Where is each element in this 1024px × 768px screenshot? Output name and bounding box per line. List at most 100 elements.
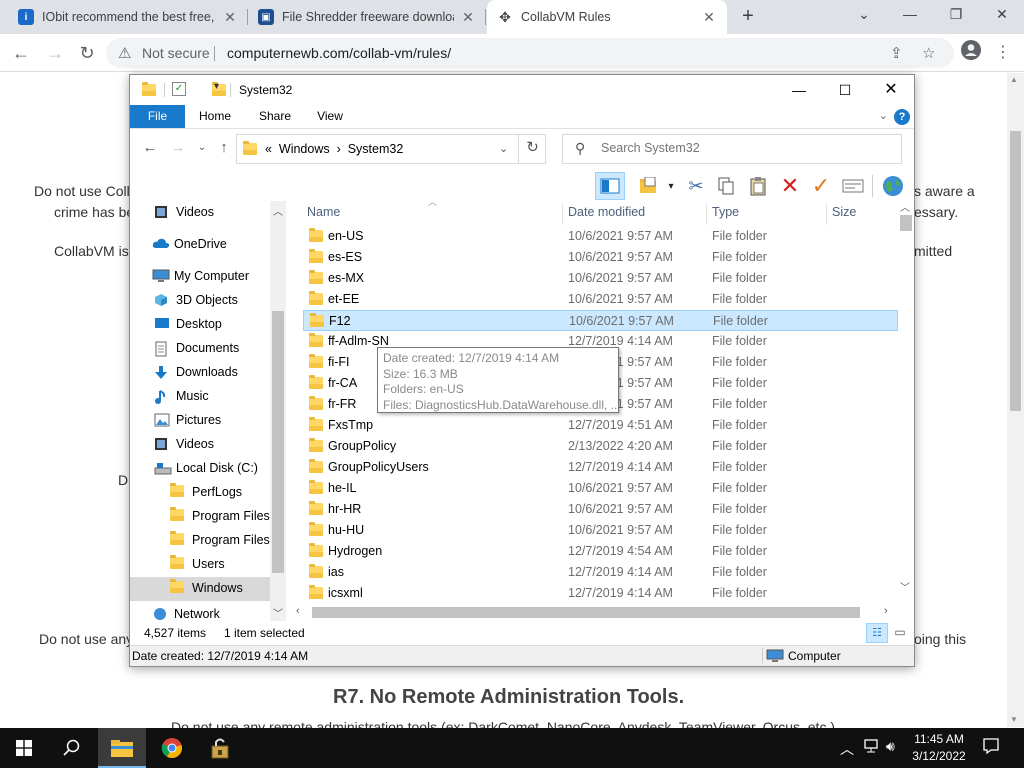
- minimize-chevron-icon[interactable]: ⌄: [841, 0, 887, 30]
- sidebar-item-downloads[interactable]: Downloads: [130, 361, 270, 385]
- file-row[interactable]: GroupPolicy 2/13/2022 4:20 AM File folder: [303, 436, 898, 457]
- file-list-hscrollbar[interactable]: ‹ ›: [290, 603, 898, 621]
- security-label[interactable]: Not secure: [142, 45, 210, 61]
- scroll-up-arrow[interactable]: ︿: [900, 199, 910, 214]
- globe-icon[interactable]: [880, 173, 906, 199]
- scroll-down-arrow[interactable]: ﹀: [900, 579, 910, 594]
- search-input[interactable]: [601, 141, 891, 155]
- new-tab-button[interactable]: +: [736, 5, 760, 29]
- warning-icon[interactable]: ⚠: [118, 44, 131, 62]
- file-row[interactable]: GroupPolicyUsers 12/7/2019 4:14 AM File fo…: [303, 457, 898, 478]
- location-bar[interactable]: « Windows › System32 ⌄: [236, 134, 546, 164]
- scroll-down-arrow[interactable]: ﹀: [272, 605, 284, 620]
- large-icons-view-icon[interactable]: ▭: [890, 623, 910, 643]
- sidebar-item-music[interactable]: Music: [130, 385, 270, 409]
- rename-check-icon[interactable]: ✓: [808, 173, 834, 199]
- show-hidden-icons-chevron-icon[interactable]: ︿: [840, 739, 854, 759]
- file-row[interactable]: FxsTmp 12/7/2019 4:51 AM File folder: [303, 415, 898, 436]
- bookmark-star-icon[interactable]: ☆: [922, 44, 935, 62]
- file-row[interactable]: ias 12/7/2019 4:14 AM File folder: [303, 562, 898, 583]
- profile-avatar-icon[interactable]: [958, 40, 984, 66]
- file-row[interactable]: et-EE 10/6/2021 9:57 AM File folder: [303, 289, 898, 310]
- explorer-title-bar[interactable]: ✓ ▾ System32 — ☐ ✕: [130, 75, 914, 105]
- details-view-icon[interactable]: ☷: [866, 623, 888, 643]
- column-header-type[interactable]: Type: [712, 205, 739, 219]
- sidebar-item-videos[interactable]: Videos: [130, 433, 270, 457]
- sidebar-item-network[interactable]: Network: [130, 603, 270, 621]
- sidebar-item-users[interactable]: Users: [130, 553, 270, 577]
- scroll-thumb[interactable]: [900, 215, 912, 231]
- up-arrow-icon[interactable]: ↑: [214, 139, 234, 156]
- scroll-down-arrow[interactable]: ▼: [1010, 715, 1018, 724]
- sidebar-item-program-files[interactable]: Program Files (: [130, 529, 277, 553]
- paste-icon[interactable]: [745, 173, 771, 199]
- properties-check-icon[interactable]: ✓: [172, 82, 186, 96]
- column-header-size[interactable]: Size: [832, 205, 856, 219]
- recent-locations-chevron-icon[interactable]: ⌄: [192, 142, 212, 153]
- help-icon[interactable]: ?: [894, 109, 910, 125]
- file-explorer-taskbar-button[interactable]: [98, 728, 146, 768]
- sidebar-item-3d-objects[interactable]: 3D Objects: [130, 289, 270, 313]
- network-icon[interactable]: [862, 738, 880, 757]
- dropdown-chevron-icon[interactable]: ▾: [658, 173, 684, 199]
- copy-icon[interactable]: [713, 173, 739, 199]
- sidebar-item-documents[interactable]: Documents: [130, 337, 270, 361]
- notifications-icon[interactable]: [982, 737, 1000, 758]
- volume-icon[interactable]: 🔊︎: [886, 738, 895, 755]
- ribbon-tab-share[interactable]: Share: [252, 105, 298, 128]
- back-arrow-icon[interactable]: ←: [140, 139, 160, 156]
- file-row[interactable]: hr-HR 10/6/2021 9:57 AM File folder: [303, 499, 898, 520]
- page-scrollbar[interactable]: ▲ ▼: [1007, 73, 1024, 727]
- url-text[interactable]: computernewb.com/collab-vm/rules/: [227, 45, 451, 61]
- column-header-name[interactable]: Name: [307, 205, 340, 219]
- sidebar-item-local-disk-c[interactable]: Local Disk (C:): [130, 457, 270, 481]
- file-row[interactable]: F12 10/6/2021 9:57 AM File folder: [303, 310, 898, 331]
- preview-pane-icon[interactable]: [595, 172, 625, 200]
- tab-collabvm-rules[interactable]: ✥ CollabVM Rules ✕: [487, 0, 727, 34]
- refresh-icon[interactable]: ↻: [518, 134, 546, 164]
- browser-close-button[interactable]: ✕: [979, 0, 1024, 30]
- browser-menu-icon[interactable]: ⋮: [990, 40, 1016, 66]
- address-dropdown-chevron-icon[interactable]: ⌄: [499, 142, 508, 155]
- breadcrumb-separator[interactable]: ›: [337, 142, 341, 156]
- sidebar-item-pictures[interactable]: Pictures: [130, 409, 270, 433]
- expand-ribbon-chevron-icon[interactable]: ⌄: [879, 109, 888, 122]
- scroll-thumb[interactable]: [272, 311, 284, 573]
- forward-arrow-icon[interactable]: →: [168, 139, 188, 156]
- back-button[interactable]: ←: [8, 40, 34, 66]
- breadcrumb-windows[interactable]: Windows: [279, 142, 330, 156]
- file-row[interactable]: en-US 10/6/2021 9:57 AM File folder: [303, 226, 898, 247]
- address-bar[interactable]: ⚠ Not secure computernewb.com/collab-vm/…: [106, 38, 954, 68]
- minimize-button[interactable]: —: [776, 75, 822, 105]
- sidebar-item-perflogs[interactable]: PerfLogs: [130, 481, 270, 505]
- delete-icon[interactable]: ✕: [777, 173, 803, 199]
- chrome-taskbar-button[interactable]: [148, 728, 196, 768]
- file-row[interactable]: es-ES 10/6/2021 9:57 AM File folder: [303, 247, 898, 268]
- tab-iobit[interactable]: i IObit recommend the best free, f ✕: [8, 0, 248, 34]
- reload-button[interactable]: ↻: [74, 40, 100, 66]
- close-tab-icon[interactable]: ✕: [222, 9, 238, 26]
- properties-card-icon[interactable]: [840, 173, 866, 199]
- close-button[interactable]: ✕: [868, 75, 914, 105]
- file-list-scrollbar[interactable]: ︿ ﹀: [898, 203, 914, 603]
- file-row[interactable]: hu-HU 10/6/2021 9:57 AM File folder: [303, 520, 898, 541]
- column-header-date[interactable]: Date modified: [568, 205, 645, 219]
- sidebar-item-program-files[interactable]: Program Files: [130, 505, 270, 529]
- start-button[interactable]: [0, 728, 48, 768]
- sidebar-item-videos[interactable]: Videos: [130, 201, 270, 225]
- forward-button[interactable]: →: [42, 40, 68, 66]
- ribbon-tab-file[interactable]: File: [130, 105, 185, 128]
- file-row[interactable]: icsxml 12/7/2019 4:14 AM File folder: [303, 583, 898, 604]
- file-row[interactable]: he-IL 10/6/2021 9:57 AM File folder: [303, 478, 898, 499]
- file-row[interactable]: es-MX 10/6/2021 9:57 AM File folder: [303, 268, 898, 289]
- cut-icon[interactable]: ✂: [683, 173, 709, 199]
- scroll-thumb[interactable]: [312, 607, 860, 618]
- sidebar-item-windows[interactable]: Windows: [130, 577, 270, 601]
- ribbon-tab-home[interactable]: Home: [192, 105, 238, 128]
- breadcrumb-overflow[interactable]: «: [265, 142, 272, 156]
- share-icon[interactable]: ⇪: [890, 44, 903, 62]
- breadcrumb-system32[interactable]: System32: [348, 142, 404, 156]
- scroll-thumb[interactable]: [1010, 131, 1021, 411]
- search-box[interactable]: ⚲: [562, 134, 902, 164]
- nav-scrollbar[interactable]: ︿ ﹀: [270, 201, 286, 621]
